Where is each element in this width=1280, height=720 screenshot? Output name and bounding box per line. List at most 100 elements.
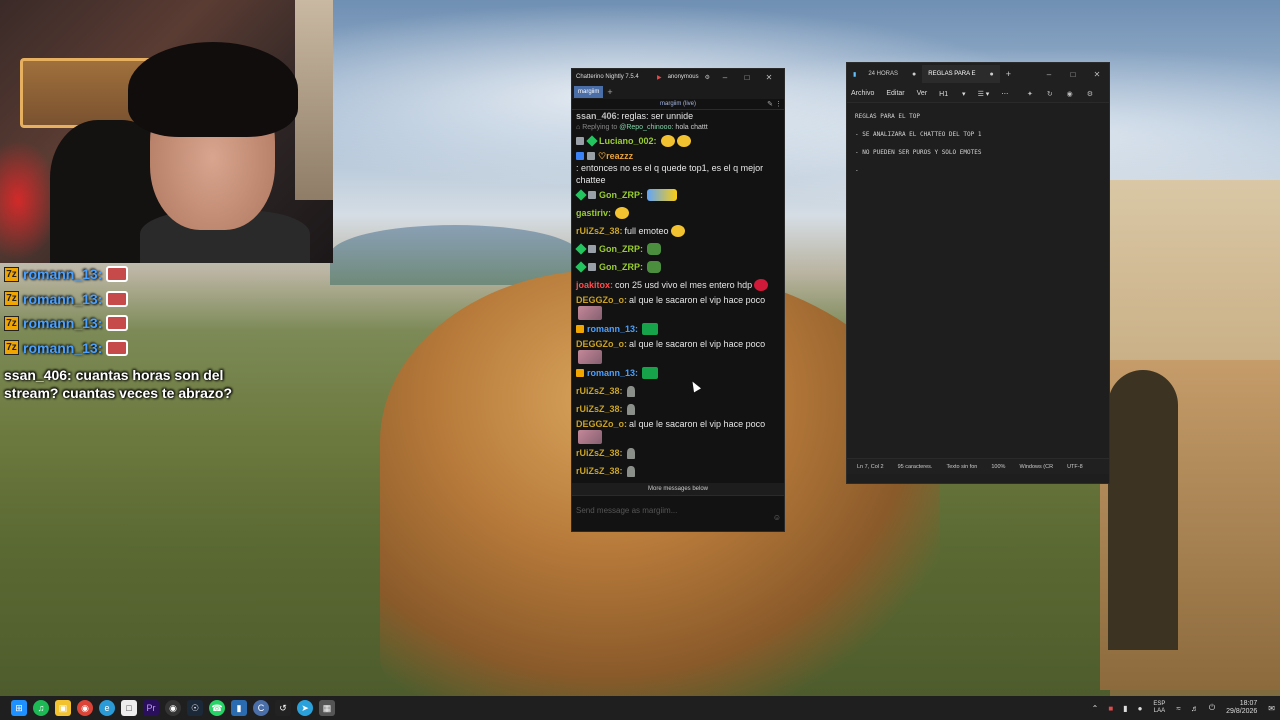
chat-username[interactable]: rUiZsZ_38: <box>576 225 623 237</box>
chat-message[interactable]: Gon_ZRP: <box>575 186 780 204</box>
whatsapp-icon[interactable]: ☎ <box>209 700 225 716</box>
profile-icon[interactable]: ◉ <box>1067 91 1073 98</box>
notifications-icon[interactable]: ✉ <box>1268 704 1275 713</box>
chat-message[interactable]: rUiZsZ_38: <box>576 444 780 462</box>
tab-24-horas[interactable]: 24 HORAS ● <box>862 65 922 83</box>
edge-icon[interactable]: e <box>99 700 115 716</box>
chat-message[interactable]: ssan_406: reglas: ser unnide <box>576 110 780 122</box>
chat-username[interactable]: romann_13: <box>587 367 638 379</box>
new-tab-icon[interactable]: + <box>1006 69 1011 79</box>
copilot-icon[interactable]: ✦ <box>1027 91 1033 98</box>
emote-picker-icon[interactable]: ☺ <box>773 513 781 522</box>
app-tray-icon[interactable]: ■ <box>1108 704 1113 713</box>
more-options-icon[interactable]: ⋮ <box>775 101 782 108</box>
chat-username[interactable]: DEGGZo_o: <box>576 294 627 306</box>
close-button[interactable]: ✕ <box>1085 70 1109 79</box>
zoom-level[interactable]: 100% <box>991 464 1005 470</box>
close-button[interactable]: ✕ <box>758 73 780 82</box>
tab-margiim[interactable]: margiim <box>574 86 604 98</box>
chat-username[interactable]: rUiZsZ_38: <box>576 385 623 397</box>
menu-editar[interactable]: Editar <box>886 90 904 97</box>
steam-icon[interactable]: ☉ <box>187 700 203 716</box>
power-icon[interactable]: ⏻ <box>1209 703 1215 713</box>
settings-icon[interactable]: ⚙ <box>1087 91 1093 98</box>
chat-username[interactable]: rUiZsZ_38: <box>576 465 623 477</box>
account-label[interactable]: anonymous <box>668 74 699 80</box>
calculator-icon[interactable]: ▦ <box>319 700 335 716</box>
edit-icon[interactable]: ✎ <box>767 101 773 108</box>
chat-username[interactable]: ssan_406: <box>576 110 620 122</box>
chatterino-window[interactable]: Chatterino Nightly 7.5.4 ▶ anonymous ⚙ –… <box>571 68 785 532</box>
more-messages-below[interactable]: More messages below <box>572 483 784 495</box>
chat-message[interactable]: rUiZsZ_38: <box>576 382 780 400</box>
notepad-editor[interactable]: REGLAS PARA EL TOP - SE ANALIZARA EL CHA… <box>847 103 1109 458</box>
clock[interactable]: 18:07 29/8/2026 <box>1226 700 1257 716</box>
chat-message[interactable]: DEGGZo_o: al que le sacaron el vip hace p… <box>576 294 780 320</box>
list-icon[interactable]: ☰ ▾ <box>978 90 990 98</box>
settings-icon[interactable]: ⚙ <box>705 74 710 81</box>
chat-username[interactable]: Luciano_002: <box>599 135 657 147</box>
chat-message[interactable]: DEGGZo_o: al que le sacaron el vip hace p… <box>576 338 780 364</box>
chat-message[interactable]: Gon_ZRP: <box>575 258 780 276</box>
mic-icon[interactable]: ● <box>1138 704 1143 713</box>
chat-messages[interactable]: ssan_406: reglas: ser unnide ⌂ Replying to… <box>572 110 784 495</box>
reply-line[interactable]: ⌂ Replying to @Repo_chinooo: hola chattt <box>576 122 780 132</box>
telegram-icon[interactable]: ➤ <box>297 700 313 716</box>
minimize-button[interactable]: – <box>714 73 736 82</box>
chat-username[interactable]: Gon_ZRP: <box>599 189 643 201</box>
chat-username[interactable]: DEGGZo_o: <box>576 338 627 350</box>
unsaved-dot-icon[interactable]: ● <box>912 71 916 78</box>
add-tab-icon[interactable]: + <box>607 87 612 97</box>
capcut-icon[interactable]: ↺ <box>275 700 291 716</box>
title-bar[interactable]: Chatterino Nightly 7.5.4 ▶ anonymous ⚙ –… <box>572 69 784 85</box>
chat-username[interactable]: joakitox: <box>576 279 613 291</box>
share-icon[interactable]: ↻ <box>1047 91 1053 98</box>
chat-message[interactable]: Luciano_002: <box>576 132 780 150</box>
chat-message[interactable]: romann_13: <box>576 364 780 382</box>
obs-icon[interactable]: ◉ <box>165 700 181 716</box>
chat-message[interactable]: rUiZsZ_38: <box>576 400 780 418</box>
chat-username[interactable]: rUiZsZ_38: <box>576 403 623 415</box>
menu-ver[interactable]: Ver <box>917 90 928 97</box>
file-icon[interactable]: □ <box>121 700 137 716</box>
chat-message[interactable]: ♡reazzz: entonces no es el q quede top1,… <box>576 150 780 186</box>
notepad-icon[interactable]: ▮ <box>231 700 247 716</box>
spotify-icon[interactable]: ♫ <box>33 700 49 716</box>
maximize-button[interactable]: □ <box>736 73 758 82</box>
maximize-button[interactable]: □ <box>1061 70 1085 79</box>
folder-icon[interactable]: ▣ <box>55 700 71 716</box>
chat-username[interactable]: gastiriv: <box>576 207 611 219</box>
wifi-icon[interactable]: ≈ <box>1176 704 1180 713</box>
battery-icon[interactable]: ▮ <box>1123 704 1127 713</box>
encoding[interactable]: UTF-8 <box>1067 464 1083 470</box>
unsaved-dot-icon[interactable]: ● <box>989 71 993 78</box>
premiere-icon[interactable]: Pr <box>143 700 159 716</box>
chevron-up-icon[interactable]: ⌃ <box>1092 704 1099 713</box>
text-format[interactable]: Texto sin fon <box>946 464 977 470</box>
chat-message[interactable]: rUiZsZ_38: full emoteo <box>576 222 780 240</box>
heading-select[interactable]: H1 ▾ <box>939 90 965 98</box>
chatterino-icon[interactable]: C <box>253 700 269 716</box>
chat-message[interactable]: DEGGZo_o: al que le sacaron el vip hace p… <box>576 418 780 444</box>
more-icon[interactable]: ⋯ <box>1001 90 1008 98</box>
chat-message[interactable]: romann_13: <box>576 320 780 338</box>
chat-username[interactable]: rUiZsZ_38: <box>576 447 623 459</box>
chat-input[interactable]: Send message as margiim... ☺ <box>572 495 784 525</box>
chat-username[interactable]: Gon_ZRP: <box>599 261 643 273</box>
chat-username[interactable]: DEGGZo_o: <box>576 418 627 430</box>
chat-username[interactable]: Gon_ZRP: <box>599 243 643 255</box>
tab-reglas[interactable]: REGLAS PARA E ● <box>922 65 1000 83</box>
chat-message[interactable]: joakitox: con 25 usd vivo el mes entero h… <box>576 276 780 294</box>
minimize-button[interactable]: – <box>1037 70 1061 79</box>
menu-archivo[interactable]: Archivo <box>851 90 874 97</box>
streamer-mode-icon[interactable]: ▶ <box>657 74 662 81</box>
line-ending[interactable]: Windows (CR <box>1019 464 1053 470</box>
chat-message[interactable]: Gon_ZRP: <box>575 240 780 258</box>
chat-username[interactable]: ♡reazzz <box>598 150 633 162</box>
start-icon[interactable]: ⊞ <box>11 700 27 716</box>
chat-message[interactable]: gastiriv: <box>576 204 780 222</box>
language-indicator[interactable]: ESP LAA <box>1153 701 1165 715</box>
volume-icon[interactable]: ♬ <box>1191 704 1199 713</box>
chat-username[interactable]: romann_13: <box>587 323 638 335</box>
notepad-window[interactable]: ▮ 24 HORAS ● REGLAS PARA E ● + – □ ✕ Archi… <box>846 62 1110 484</box>
